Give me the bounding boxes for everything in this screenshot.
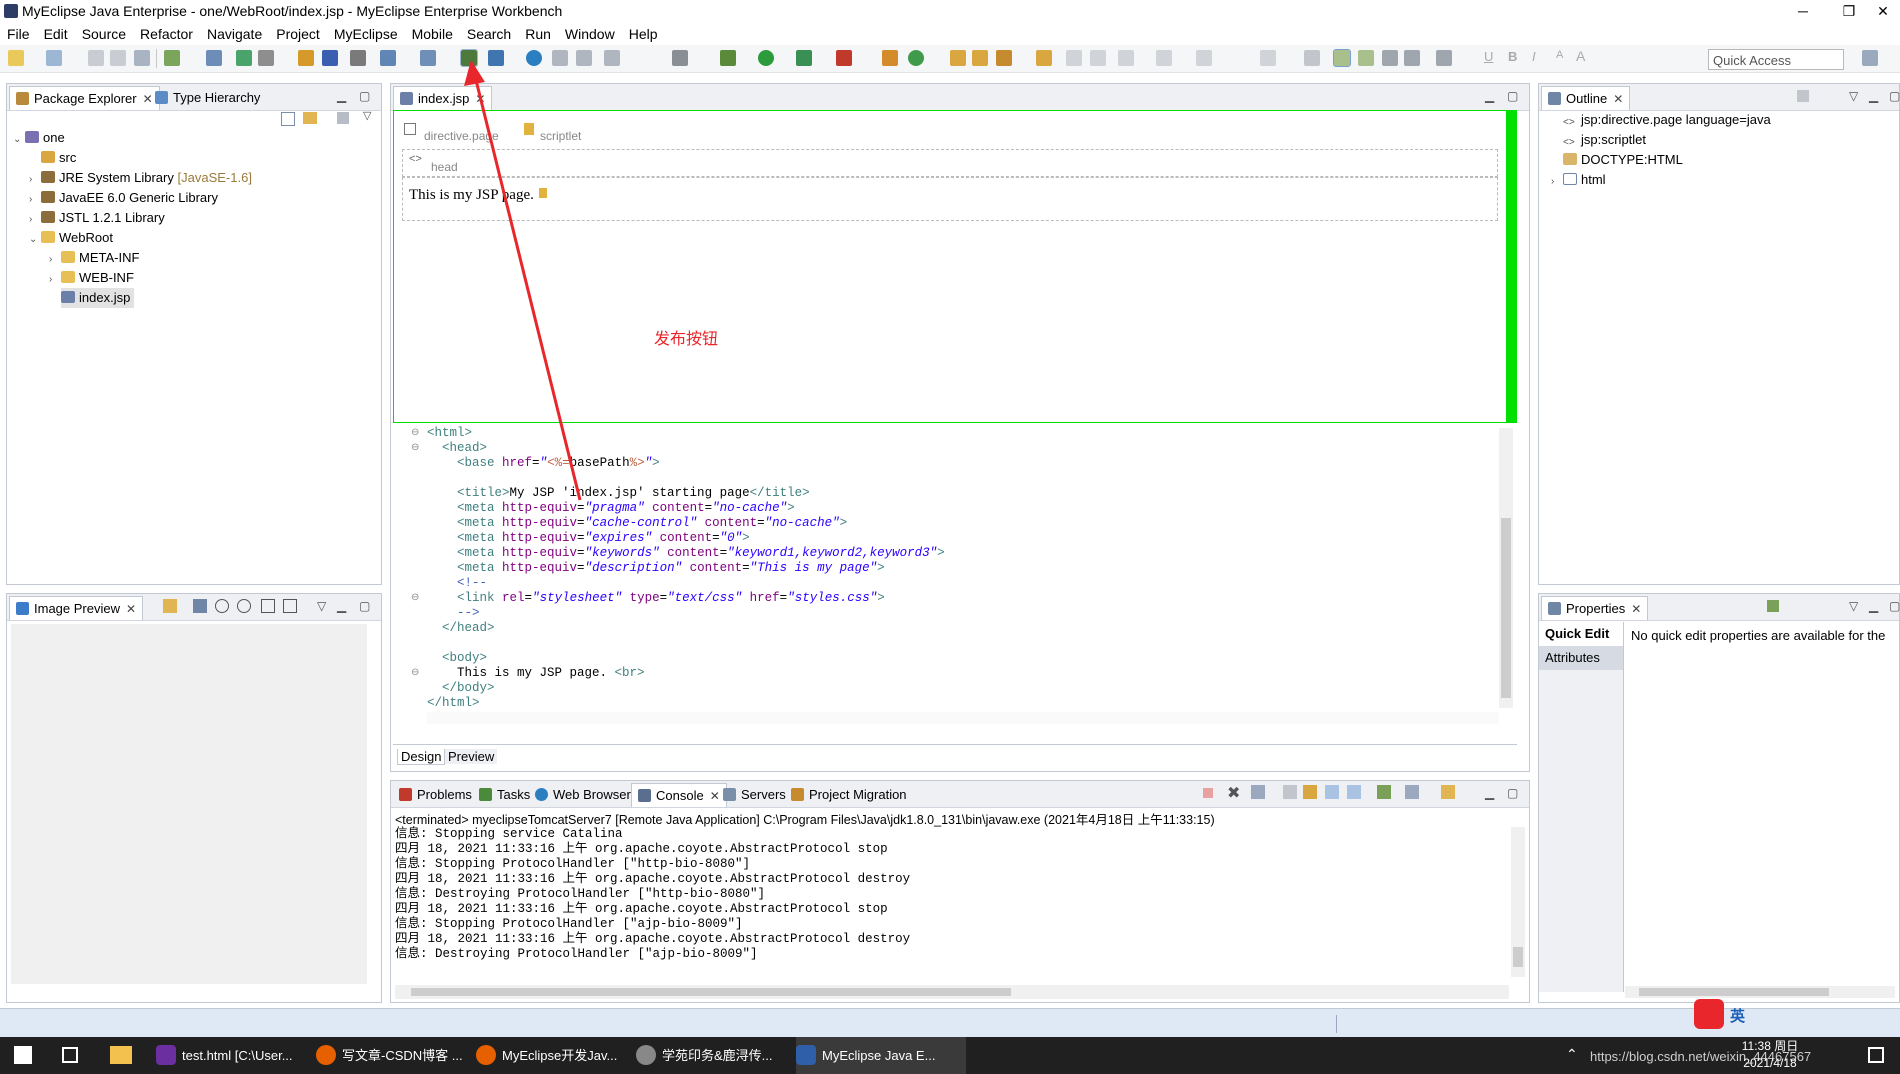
taskbar-item-myeclipse-dev[interactable]: MyEclipse开发Jav... [476,1037,626,1074]
taskbar-item-myeclipse[interactable]: MyEclipse Java E... [796,1037,966,1074]
taskbar: test.html [C:\User... 写文章-CSDN博客 ... MyE… [0,1037,1900,1074]
file-explorer-icon[interactable] [110,1046,132,1064]
task-view-icon[interactable] [62,1047,78,1063]
clock-time: 11:38 周日 [1741,1039,1799,1053]
annotation-arrow-head [464,60,485,86]
firefox-icon [316,1045,336,1065]
status-separator-icon [1336,1015,1337,1033]
windows-start-icon[interactable] [14,1046,32,1064]
annotation-arrow [464,60,582,501]
chat-icon [636,1045,656,1065]
tray-chevron-icon[interactable]: ⌃ [1566,1046,1578,1063]
firefox-icon [476,1045,496,1065]
sogou-ime-icon[interactable] [1694,999,1724,1029]
myeclipse-icon [796,1045,816,1065]
taskbar-item-test-html[interactable]: test.html [C:\User... [156,1037,306,1074]
status-bar: 英 [0,999,1900,1038]
taskbar-item-xueyuan[interactable]: 学苑印务&鹿浔传... [636,1037,786,1074]
app-icon [156,1045,176,1065]
annotation-arrow-line [472,71,582,501]
clock[interactable]: 11:38 周日 2021/4/18 [1716,1038,1824,1072]
ime-language[interactable]: 英 [1730,1005,1745,1026]
notification-icon[interactable] [1868,1047,1884,1063]
taskbar-item-csdn[interactable]: 写文章-CSDN博客 ... [316,1037,466,1074]
clock-date: 2021/4/18 [1743,1056,1797,1070]
